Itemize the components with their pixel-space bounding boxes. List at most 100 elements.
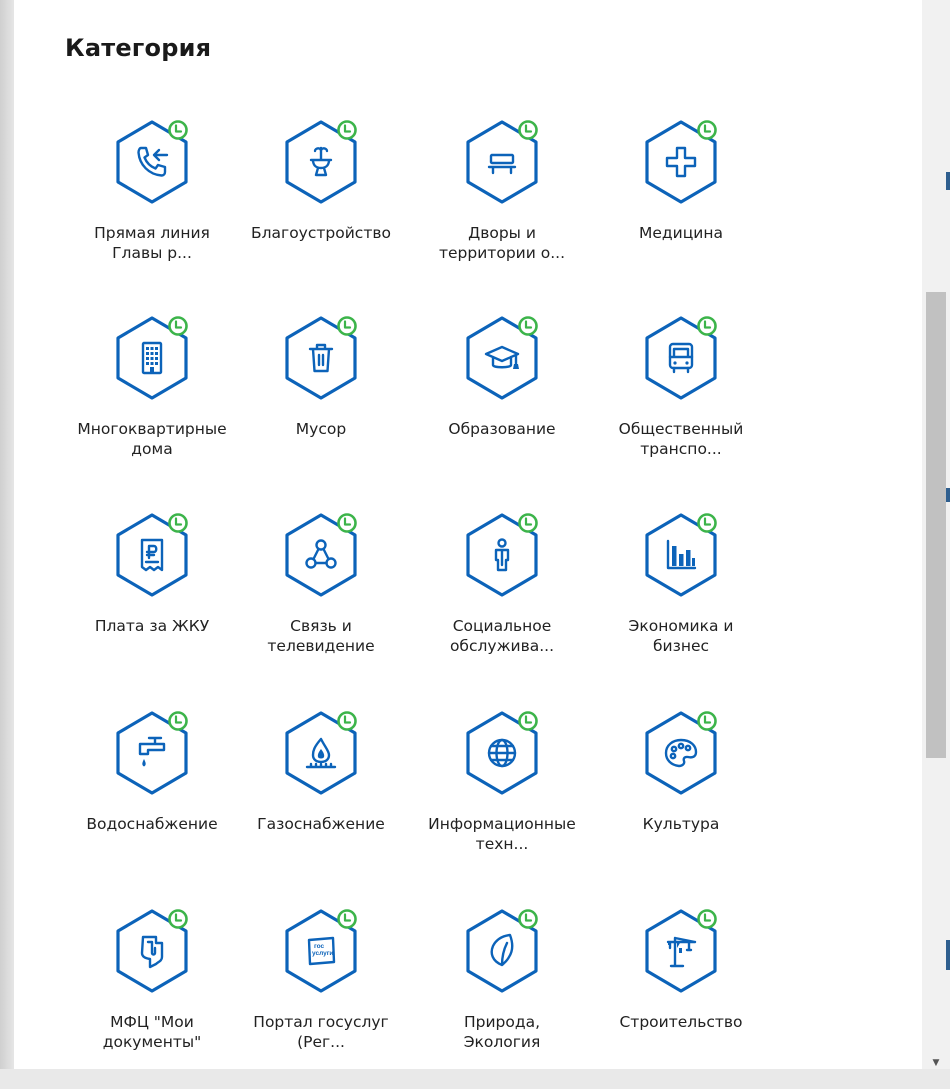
gosuslugi-logo-icon: госуслуги — [307, 936, 336, 966]
category-label: Медицина — [639, 224, 723, 242]
category-panel: Категория Прямая линия Главы р... Благоус… — [14, 0, 922, 1069]
category-label: Водоснабжение — [86, 815, 218, 833]
clock-badge-icon — [168, 909, 188, 929]
clock-badge-icon — [337, 909, 357, 929]
category-item[interactable]: Связь и телевидение — [235, 503, 407, 693]
category-item[interactable]: Образование — [416, 306, 588, 496]
category-icon-container — [460, 907, 544, 995]
clock-badge-icon — [697, 316, 717, 336]
clock-badge-icon — [518, 120, 538, 140]
category-label: Образование — [448, 420, 556, 438]
bus-icon — [668, 342, 694, 374]
category-icon-container — [460, 314, 544, 402]
edge-marker — [946, 940, 950, 970]
category-icon-container — [639, 907, 723, 995]
network-nodes-icon — [305, 539, 337, 569]
category-label: Мусор — [295, 420, 347, 438]
category-item[interactable]: Плата за ЖКУ — [66, 503, 238, 693]
category-item[interactable]: Строительство — [595, 899, 767, 1089]
clock-badge-icon — [168, 316, 188, 336]
category-icon-container — [110, 118, 194, 206]
category-item[interactable]: Прямая линия Главы р... — [66, 110, 238, 300]
scrollbar-thumb[interactable] — [926, 292, 946, 758]
fountain-icon — [309, 146, 333, 177]
bar-chart-icon — [666, 539, 697, 570]
clock-badge-icon — [168, 120, 188, 140]
left-edge-strip — [0, 0, 14, 1069]
clock-badge-icon — [697, 909, 717, 929]
category-label: Общественный транспо... — [618, 420, 744, 458]
category-icon-container: гос услуги — [279, 907, 363, 995]
category-label: Связь и телевидение — [267, 617, 375, 655]
clock-badge-icon — [697, 513, 717, 533]
gas-flame-icon — [305, 737, 337, 769]
category-icon-container — [460, 511, 544, 599]
category-label: МФЦ "Мои документы" — [102, 1013, 202, 1051]
category-item[interactable]: Благоустройство — [235, 110, 407, 300]
category-item[interactable]: Социальное обслужива... — [416, 503, 588, 693]
category-item[interactable]: Многоквартирные дома — [66, 306, 238, 496]
category-item[interactable]: Медицина — [595, 110, 767, 300]
category-icon-container — [279, 511, 363, 599]
category-icon-container — [460, 118, 544, 206]
svg-text:гос: гос — [314, 943, 325, 950]
category-icon-container — [639, 709, 723, 797]
category-label: Дворы и территории о... — [438, 224, 565, 262]
clock-badge-icon — [697, 711, 717, 731]
clock-badge-icon — [518, 711, 538, 731]
category-item[interactable]: Мусор — [235, 306, 407, 496]
clock-badge-icon — [518, 513, 538, 533]
category-label: Плата за ЖКУ — [94, 617, 210, 635]
clock-badge-icon — [337, 316, 357, 336]
globe-icon — [487, 738, 517, 768]
category-item[interactable]: Газоснабжение — [235, 701, 407, 891]
category-icon-container — [110, 709, 194, 797]
palette-icon — [664, 738, 698, 768]
svg-text:услуги: услуги — [312, 950, 333, 957]
category-label: Благоустройство — [251, 224, 391, 242]
category-label: Строительство — [619, 1013, 743, 1031]
category-label: Портал госуслуг (Рег... — [253, 1013, 389, 1051]
edge-marker — [946, 488, 950, 502]
apartment-building-icon — [141, 341, 163, 375]
category-icon-container — [279, 709, 363, 797]
category-icon-container — [279, 118, 363, 206]
clock-badge-icon — [168, 711, 188, 731]
category-label: Информационные техн... — [428, 815, 576, 853]
category-icon-container — [639, 511, 723, 599]
medical-cross-icon — [665, 146, 697, 178]
person-icon — [494, 538, 510, 572]
category-label: Прямая линия Главы р... — [94, 224, 210, 262]
mfc-logo-icon — [140, 935, 164, 969]
category-icon-container — [110, 907, 194, 995]
category-item[interactable]: Природа, Экология — [416, 899, 588, 1089]
scroll-down-arrow-icon[interactable]: ▼ — [929, 1058, 943, 1068]
clock-badge-icon — [697, 120, 717, 140]
graduation-cap-icon — [484, 345, 520, 369]
trash-bin-icon — [308, 343, 334, 373]
leaf-icon — [490, 933, 514, 967]
category-item[interactable]: Водоснабжение — [66, 701, 238, 891]
category-item[interactable]: Культура — [595, 701, 767, 891]
edge-marker — [946, 172, 950, 190]
category-label: Многоквартирные дома — [77, 420, 227, 458]
clock-badge-icon — [337, 513, 357, 533]
category-item[interactable]: Информационные техн... — [416, 701, 588, 891]
category-item[interactable]: Общественный транспо... — [595, 306, 767, 496]
phone-incoming-icon — [137, 146, 169, 177]
category-label: Культура — [642, 815, 720, 833]
category-label: Экономика и бизнес — [628, 617, 734, 655]
category-label: Природа, Экология — [463, 1013, 541, 1051]
category-item[interactable]: Экономика и бизнес — [595, 503, 767, 693]
bench-icon — [487, 153, 517, 175]
clock-badge-icon — [518, 316, 538, 336]
page-title: Категория — [65, 34, 212, 62]
category-icon-container — [639, 314, 723, 402]
ruble-receipt-icon — [140, 538, 164, 572]
category-item[interactable]: гос услуги Портал госуслуг (Рег... — [235, 899, 407, 1089]
category-item[interactable]: МФЦ "Мои документы" — [66, 899, 238, 1089]
category-item[interactable]: Дворы и территории о... — [416, 110, 588, 300]
category-icon-container — [279, 314, 363, 402]
construction-crane-icon — [666, 936, 697, 968]
category-icon-container — [110, 511, 194, 599]
